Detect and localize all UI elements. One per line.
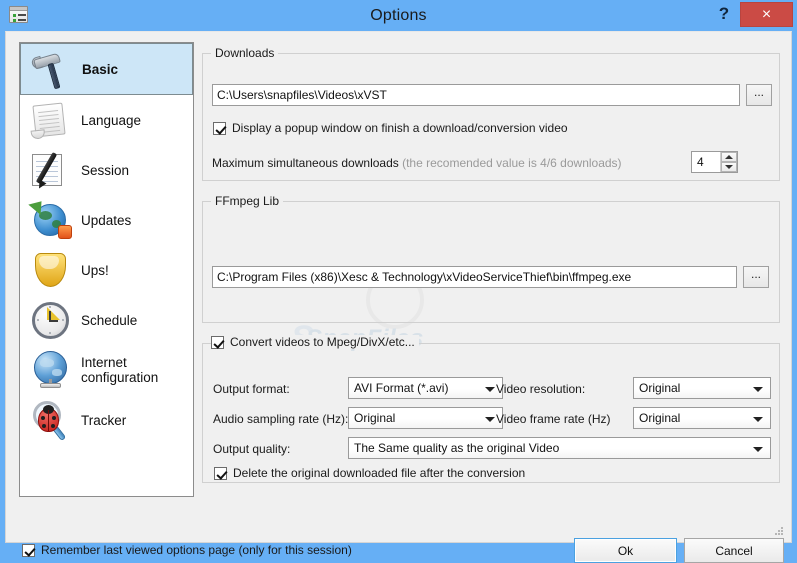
ffmpeg-group-title: FFmpeg Lib <box>211 194 284 208</box>
output-quality-select[interactable]: The Same quality as the original Video <box>348 437 771 459</box>
sidebar-item-label: Updates <box>81 212 132 228</box>
video-frame-rate-value: Original <box>639 411 681 425</box>
output-quality-label: Output quality: <box>213 442 291 456</box>
ffmpeg-path-input[interactable] <box>212 266 737 288</box>
sidebar-item-label: Ups! <box>81 262 109 278</box>
sidebar-item-label: Basic <box>82 61 119 77</box>
checkbox-box <box>213 121 226 135</box>
output-quality-value: The Same quality as the original Video <box>354 441 560 455</box>
ffmpeg-group: FFmpeg Lib ... <box>202 194 780 323</box>
ffmpeg-path-browse-button[interactable]: ... <box>743 266 769 288</box>
gold-shield-icon <box>28 248 73 292</box>
network-globe-icon <box>28 348 73 392</box>
downloads-group-title: Downloads <box>211 46 279 60</box>
download-path-browse-button[interactable]: ... <box>746 84 772 106</box>
convert-group: Convert videos to Mpeg/DivX/etc... Outpu… <box>202 335 780 483</box>
checkbox-box <box>214 466 227 480</box>
audio-sampling-rate-value: Original <box>354 411 396 425</box>
checkbox-box <box>211 335 224 349</box>
max-downloads-hint: (the recomended value is 4/6 downloads) <box>402 156 622 170</box>
remember-page-label: Remember last viewed options page (only … <box>41 543 352 557</box>
output-format-select[interactable]: AVI Format (*.avi) <box>348 377 503 399</box>
cancel-button[interactable]: Cancel <box>684 538 784 563</box>
convert-videos-checkbox[interactable]: Convert videos to Mpeg/DivX/etc... <box>211 335 419 349</box>
client-area: Basic Language Session Updates Ups! Sche… <box>5 31 792 563</box>
video-resolution-select[interactable]: Original <box>633 377 771 399</box>
sidebar-item-label: Tracker <box>81 412 127 428</box>
output-format-value: AVI Format (*.avi) <box>354 381 449 395</box>
sidebar-item-ups[interactable]: Ups! <box>20 245 193 295</box>
options-window: Options ? × Basic Language Session Updat… <box>0 0 797 563</box>
ok-button[interactable]: Ok <box>574 538 677 563</box>
video-resolution-value: Original <box>639 381 681 395</box>
convert-videos-label: Convert videos to Mpeg/DivX/etc... <box>230 335 415 349</box>
video-frame-rate-select[interactable]: Original <box>633 407 771 429</box>
sidebar-item-label: Internet configuration <box>81 355 159 385</box>
window-title: Options <box>370 6 427 24</box>
sidebar-item-tracker[interactable]: Tracker <box>20 395 193 445</box>
output-format-label: Output format: <box>213 382 290 396</box>
chevron-down-icon <box>753 387 763 392</box>
chevron-down-icon <box>485 417 495 422</box>
audio-sampling-rate-select[interactable]: Original <box>348 407 503 429</box>
checkbox-box <box>22 543 35 557</box>
max-downloads-label: Maximum simultaneous downloads (the reco… <box>212 156 622 170</box>
sidebar-item-language[interactable]: Language <box>20 95 193 145</box>
scroll-icon <box>28 98 73 142</box>
sidebar-item-updates[interactable]: Updates <box>20 195 193 245</box>
sidebar-item-session[interactable]: Session <box>20 145 193 195</box>
video-frame-rate-label: Video frame rate (Hz) <box>496 412 611 426</box>
popup-on-finish-checkbox[interactable]: Display a popup window on finish a downl… <box>213 121 568 135</box>
stepper-down-button[interactable] <box>721 162 737 172</box>
download-path-input[interactable] <box>212 84 740 106</box>
downloads-group: Downloads ... Display a popup window on … <box>202 46 780 181</box>
chevron-down-icon <box>753 417 763 422</box>
sidebar-item-label: Language <box>81 112 142 128</box>
max-downloads-value: 4 <box>697 155 704 169</box>
titlebar: Options ? × <box>0 0 797 31</box>
options-sidebar: Basic Language Session Updates Ups! Sche… <box>19 42 194 497</box>
remember-page-checkbox[interactable]: Remember last viewed options page (only … <box>22 543 352 557</box>
resize-grip[interactable] <box>775 527 785 537</box>
globe-update-icon <box>28 196 73 242</box>
help-button[interactable]: ? <box>710 0 738 27</box>
popup-on-finish-label: Display a popup window on finish a downl… <box>232 121 568 135</box>
video-resolution-label: Video resolution: <box>496 382 586 396</box>
chevron-down-icon <box>753 447 763 452</box>
max-downloads-stepper[interactable]: 4 <box>691 151 738 173</box>
options-list-icon <box>9 6 28 23</box>
stepper-up-button[interactable] <box>721 152 737 162</box>
sidebar-item-schedule[interactable]: Schedule <box>20 295 193 345</box>
chevron-down-icon <box>485 387 495 392</box>
sidebar-item-basic[interactable]: Basic <box>20 43 193 95</box>
sidebar-item-internet-configuration[interactable]: Internet configuration <box>20 345 193 395</box>
sidebar-item-label: Schedule <box>81 312 138 328</box>
close-button[interactable]: × <box>740 2 793 27</box>
options-content: Downloads ... Display a popup window on … <box>202 42 780 497</box>
clock-icon <box>28 298 73 342</box>
delete-original-label: Delete the original downloaded file afte… <box>233 466 526 480</box>
delete-original-checkbox[interactable]: Delete the original downloaded file afte… <box>214 466 525 480</box>
notepad-pen-icon <box>28 148 73 192</box>
sidebar-item-label: Session <box>81 162 130 178</box>
audio-sampling-rate-label: Audio sampling rate (Hz): <box>213 412 349 426</box>
bug-magnifier-icon <box>28 398 73 442</box>
hammer-icon <box>29 47 74 91</box>
